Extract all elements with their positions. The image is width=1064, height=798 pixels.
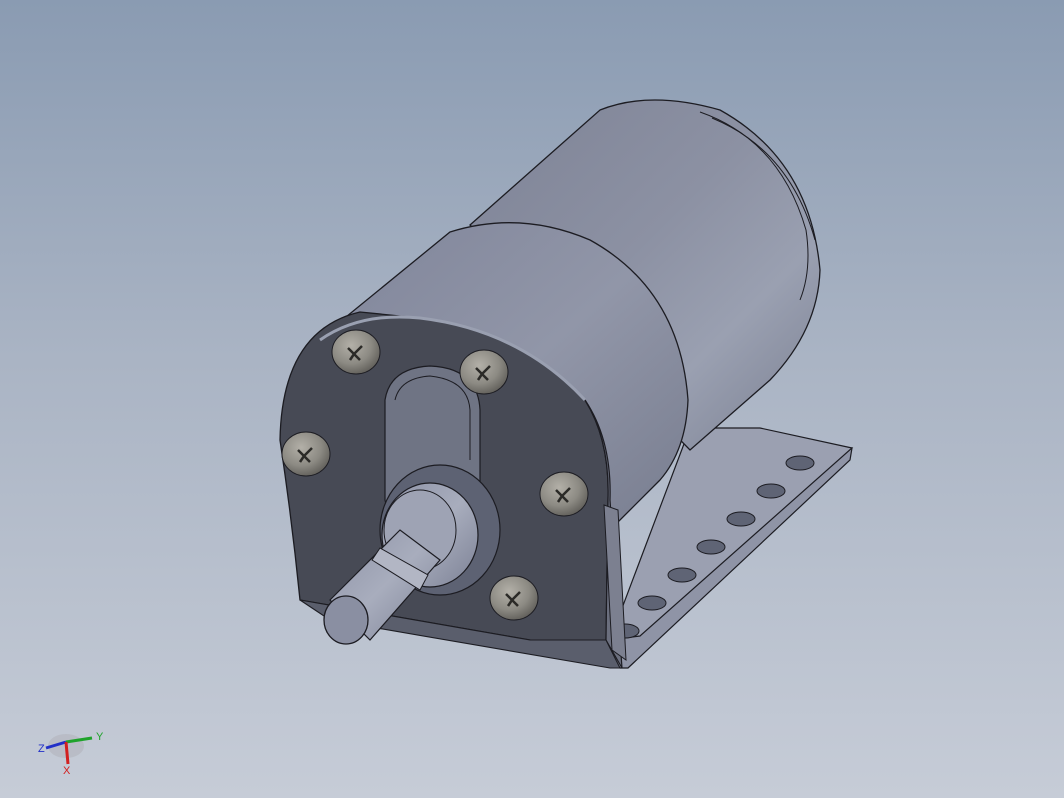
triad-y-label: Y	[96, 731, 104, 743]
motor-model-view[interactable]	[0, 0, 1064, 798]
mount-hole	[637, 595, 667, 611]
orientation-triad: Z Y X	[30, 720, 120, 790]
triad-x-label: X	[63, 765, 71, 777]
mount-hole	[726, 511, 756, 527]
mount-hole	[667, 567, 697, 583]
screw	[281, 431, 331, 477]
screw	[489, 575, 539, 621]
triad-z-label: Z	[38, 743, 45, 755]
mount-hole	[756, 483, 786, 499]
screw	[459, 349, 509, 395]
screw	[331, 329, 381, 375]
shaft-end	[323, 595, 369, 645]
mount-hole	[785, 455, 815, 471]
triad-x-axis	[64, 741, 70, 765]
mount-hole	[696, 539, 726, 555]
graphics-viewport[interactable]: Z Y X	[0, 0, 1064, 798]
screw	[539, 471, 589, 517]
